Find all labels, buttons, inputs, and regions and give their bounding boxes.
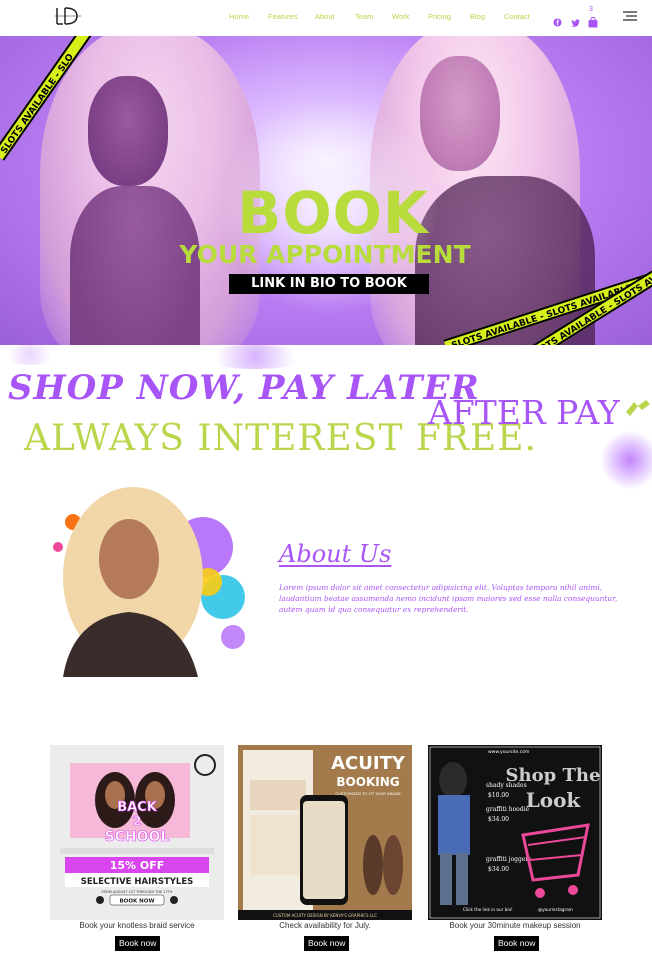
book-now-button[interactable]: Book now — [304, 936, 350, 951]
afterpay-logo-icon — [626, 400, 650, 416]
nav-features[interactable]: Features — [268, 12, 298, 21]
flyer-line2: 2 — [133, 814, 141, 828]
twitter-icon[interactable] — [571, 19, 580, 27]
card-back-to-school[interactable]: BACK 2 SCHOOL 15% OFF SELECTIVE HAIRSTYL… — [50, 745, 224, 920]
flyer-url: www.yoursite.com — [488, 749, 529, 755]
card-flyer-image: BACK 2 SCHOOL 15% OFF SELECTIVE HAIRSTYL… — [50, 745, 224, 920]
promo-shop-now: SHOP NOW, PAY LATER — [8, 368, 480, 408]
flyer-handle: @yourinstagram — [538, 907, 573, 912]
paint-splash — [600, 430, 652, 490]
nav-about[interactable]: About — [315, 12, 335, 21]
paint-splash — [0, 345, 60, 365]
facebook-icon[interactable] — [553, 18, 562, 27]
flyer-price3: $34.00 — [488, 866, 509, 873]
link-in-bio-label[interactable]: LINK IN BIO TO BOOK — [229, 274, 429, 294]
flyer-date: FROM AUGUST 1ST THROUGH THE 17TH — [101, 890, 172, 894]
nav-blog[interactable]: Blog — [470, 12, 485, 21]
card-acuity-booking[interactable]: ACUITY BOOKING CUSTOMIZED TO FIT YOUR BR… — [238, 745, 412, 920]
card-caption: Book your 30minute makeup session — [449, 921, 581, 930]
paint-splash — [200, 345, 310, 369]
flyer-brand: ACUITY — [331, 753, 406, 774]
model-left-face — [88, 76, 168, 186]
flyer-title2: Look — [526, 788, 582, 812]
flyer-footer: CUSTOM ACUITY DESIGN BY KENYA'S GRAPHICS… — [273, 913, 377, 918]
about-title: About Us — [279, 540, 392, 568]
hamburger-menu-icon[interactable] — [623, 11, 637, 21]
site-header: Home Features About Team Work Pricing Bl… — [0, 0, 652, 36]
flyer-item3: graffiti joggers — [486, 856, 531, 863]
nav-team[interactable]: Team — [355, 12, 373, 21]
flyer-line1: BACK — [117, 800, 158, 815]
flyer-cta: BOOK NOW — [119, 899, 154, 905]
shopping-bag-icon[interactable] — [588, 17, 598, 28]
hero-title: BOOK — [237, 179, 429, 247]
nav-pricing[interactable]: Pricing — [428, 12, 451, 21]
about-body: Lorem ipsum dolor sit amet consectetur a… — [279, 583, 618, 614]
nav-contact[interactable]: Contact — [504, 12, 530, 21]
flyer-item1: shady shades — [486, 782, 527, 789]
cart-count-badge: 3 — [589, 6, 593, 13]
hero-banner: SLOTS AVAILABLE - SLO SLOTS AVAILABLE - … — [0, 36, 652, 345]
flyer-tagline: CUSTOMIZED TO FIT YOUR BRAND — [335, 791, 400, 796]
flyer-footer: Click the link in our bio! — [463, 907, 513, 912]
flyer-price1: $10.00 — [488, 792, 509, 799]
nav-home[interactable]: Home — [229, 12, 249, 21]
book-now-button[interactable]: Book now — [115, 936, 161, 951]
afterpay-label: AFTER PAY — [428, 393, 620, 432]
flyer-line3: SCHOOL — [105, 829, 170, 845]
nav-work[interactable]: Work — [392, 12, 409, 21]
book-now-button[interactable]: Book now — [494, 936, 540, 951]
flyer-brand2: BOOKING — [336, 775, 399, 789]
flyer-service: SELECTIVE HAIRSTYLES — [81, 877, 194, 887]
card-caption: Book your knotless braid service — [79, 921, 195, 930]
hero-subtitle: YOUR APPOINTMENT — [179, 240, 471, 269]
card-shop-the-look[interactable]: www.yoursite.com Shop The Look shady sha… — [428, 745, 602, 920]
model-right-face — [420, 56, 500, 171]
flyer-discount: 15% OFF — [110, 859, 165, 872]
flyer-item2: graffiti hoodie — [486, 806, 530, 813]
card-flyer-image: ACUITY BOOKING CUSTOMIZED TO FIT YOUR BR… — [238, 745, 412, 920]
site-logo[interactable] — [53, 6, 83, 26]
flyer-price2: $34.00 — [488, 816, 509, 823]
card-flyer-image: www.yoursite.com Shop The Look shady sha… — [428, 745, 602, 920]
about-photo — [53, 487, 245, 677]
card-caption: Check availability for July. — [279, 921, 371, 930]
